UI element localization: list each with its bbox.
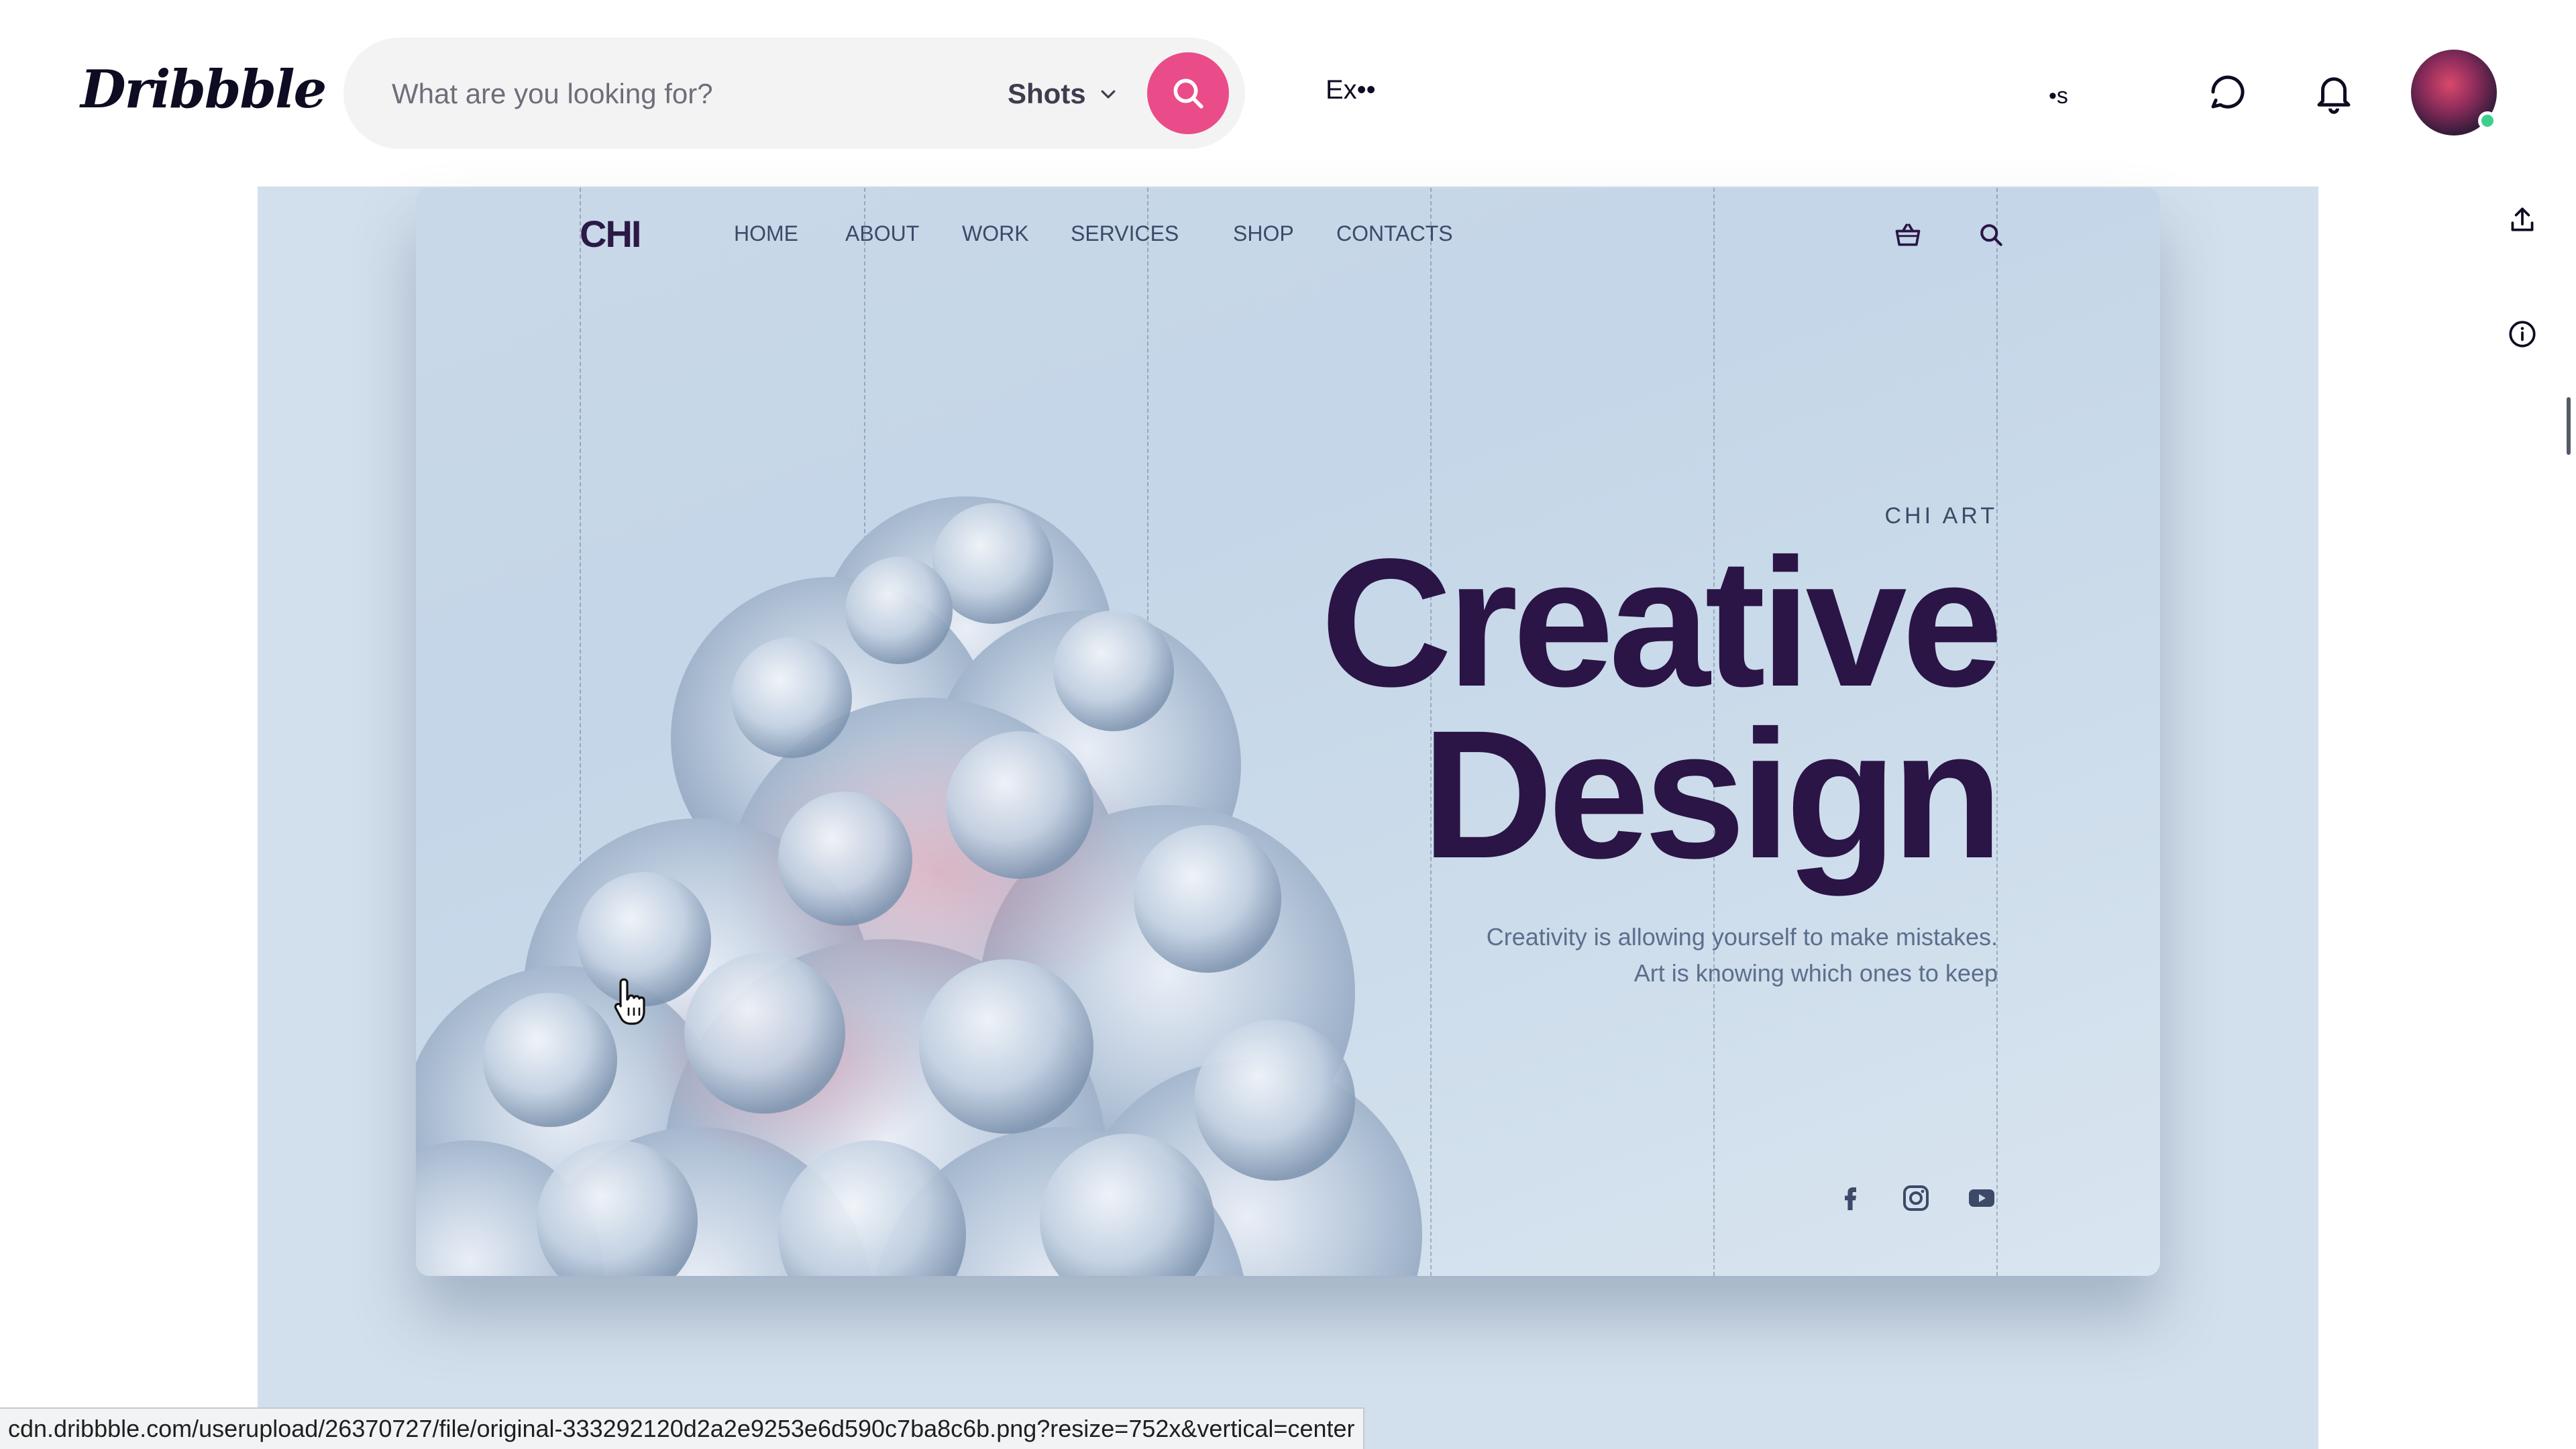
headline-line-2: Design	[1421, 692, 2003, 896]
shot-nav-about: ABOUT	[845, 221, 920, 246]
tagline-line-1: Creativity is allowing yourself to make …	[1486, 923, 1998, 951]
shot-nav-shop: SHOP	[1233, 221, 1294, 246]
search-type-label: Shots	[1008, 78, 1086, 109]
hand-cursor-icon	[614, 978, 645, 1025]
online-status-dot	[2478, 111, 2497, 130]
nav-link-explore[interactable]: Ex••	[1326, 75, 1376, 105]
facebook-icon	[1830, 1178, 1870, 1218]
shot-nav-work: WORK	[962, 221, 1029, 246]
shot-nav-services: SERVICES	[1071, 221, 1179, 246]
info-icon	[2509, 321, 2536, 347]
message-icon[interactable]	[2203, 67, 2253, 117]
dribbble-logo[interactable]: Dribbble	[80, 59, 327, 120]
search-icon	[1173, 78, 1203, 109]
bell-icon[interactable]	[2309, 67, 2359, 117]
headline: Creative Design	[1320, 521, 2003, 896]
search-input[interactable]	[390, 70, 981, 118]
link-status-bar: cdn.dribbble.com/userupload/26370727/fil…	[0, 1407, 1364, 1449]
shot-image[interactable]: CHI HOME ABOUT WORK SERVICES SHOP CONTAC…	[416, 188, 2160, 1276]
tagline: Creativity is allowing yourself to make …	[1487, 919, 1998, 991]
search-bar: Shots	[343, 38, 1245, 149]
shot-nav-home: HOME	[734, 221, 798, 246]
scrollbar-thumb[interactable]	[2567, 397, 2571, 455]
search-icon	[1971, 215, 2011, 255]
basket-icon	[1888, 215, 1928, 255]
chi-logo: CHI	[580, 213, 641, 255]
tagline-line-2: Art is knowing which ones to keep	[1633, 959, 1998, 987]
headline-line-1: Creative	[1320, 521, 2003, 724]
top-bar: Dribbble Shots Ex•• •s	[0, 0, 2576, 185]
share-icon	[2511, 207, 2534, 231]
shot-nav-contacts: CONTACTS	[1336, 221, 1453, 246]
search-type-dropdown[interactable]: Shots	[1008, 75, 1118, 113]
search-button[interactable]	[1147, 52, 1229, 134]
instagram-icon	[1896, 1178, 1936, 1218]
share-button[interactable]	[2482, 180, 2563, 260]
info-button[interactable]	[2482, 294, 2563, 374]
chevron-down-icon	[1101, 90, 1116, 99]
nav-link-fragment[interactable]: •s	[2049, 83, 2068, 109]
youtube-icon	[1962, 1178, 2002, 1218]
